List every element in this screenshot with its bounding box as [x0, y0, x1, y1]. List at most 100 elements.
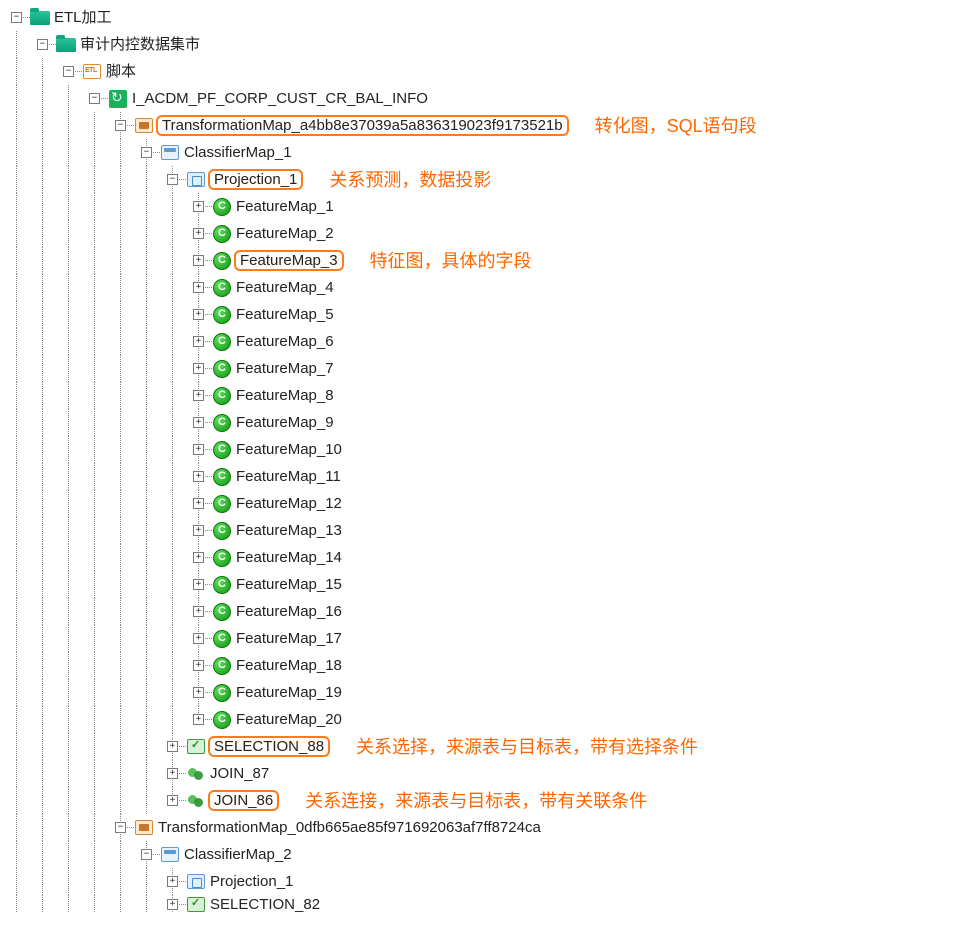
tree-item-featuremap[interactable]: +FeatureMap_11: [4, 463, 976, 490]
tree-label: FeatureMap_17: [234, 630, 344, 647]
expand-icon[interactable]: +: [193, 471, 204, 482]
collapse-icon[interactable]: −: [115, 822, 126, 833]
c-icon: [212, 251, 232, 271]
tree-label: FeatureMap_15: [234, 576, 344, 593]
expand-icon[interactable]: +: [167, 768, 178, 779]
tree-item-featuremap[interactable]: + FeatureMap_17: [4, 625, 976, 652]
collapse-icon[interactable]: −: [115, 120, 126, 131]
c-icon: [212, 521, 232, 541]
tree-item-cmap2[interactable]: − ClassifierMap_2: [4, 841, 976, 868]
expand-icon[interactable]: +: [193, 201, 204, 212]
tree-item-job[interactable]: − I_ACDM_PF_CORP_CUST_CR_BAL_INFO: [4, 85, 976, 112]
expand-icon[interactable]: +: [193, 390, 204, 401]
expand-icon[interactable]: +: [193, 579, 204, 590]
tree-item-featuremap[interactable]: + FeatureMap_12: [4, 490, 976, 517]
tree-item-join86[interactable]: + JOIN_86 关系连接，来源表与目标表，带有关联条件: [4, 787, 976, 814]
tree-label: JOIN_87: [208, 765, 271, 782]
c-icon: [212, 440, 232, 460]
collapse-icon[interactable]: −: [63, 66, 74, 77]
tree-item-featuremap[interactable]: +FeatureMap_1: [4, 193, 976, 220]
join-icon: [186, 791, 206, 811]
c-icon: [212, 386, 232, 406]
tree-item-selection88[interactable]: + SELECTION_88 关系选择，来源表与目标表，带有选择条件: [4, 733, 976, 760]
tree-label: SELECTION_88: [208, 736, 330, 757]
tree-item-proj2[interactable]: + Projection_1: [4, 868, 976, 895]
projection-icon: [186, 170, 206, 190]
tree-label: FeatureMap_4: [234, 279, 336, 296]
expand-icon[interactable]: +: [193, 255, 204, 266]
expand-icon[interactable]: +: [193, 309, 204, 320]
tree-item-etl[interactable]: − ETL加工: [4, 4, 976, 31]
tree-item-featuremap[interactable]: +FeatureMap_6: [4, 328, 976, 355]
tree-label: FeatureMap_18: [234, 657, 344, 674]
expand-icon[interactable]: +: [193, 552, 204, 563]
tree-item-featuremap[interactable]: +FeatureMap_19: [4, 679, 976, 706]
tree-label: FeatureMap_12: [234, 495, 344, 512]
tree-item-featuremap[interactable]: +FeatureMap_8: [4, 382, 976, 409]
expand-icon[interactable]: +: [193, 363, 204, 374]
tree-item-cmap1[interactable]: − ClassifierMap_1: [4, 139, 976, 166]
classifier-icon: [160, 845, 180, 865]
tree-label: FeatureMap_14: [234, 549, 344, 566]
expand-icon[interactable]: +: [193, 714, 204, 725]
tree-label: FeatureMap_16: [234, 603, 344, 620]
collapse-icon[interactable]: −: [89, 93, 100, 104]
tree-item-join87[interactable]: + JOIN_87: [4, 760, 976, 787]
tree-item-scripts[interactable]: − 脚本: [4, 58, 976, 85]
expand-icon[interactable]: +: [193, 660, 204, 671]
expand-icon[interactable]: +: [193, 228, 204, 239]
selection-icon: [186, 895, 206, 913]
collapse-icon[interactable]: −: [11, 12, 22, 23]
tree-item-featuremap[interactable]: + FeatureMap_4: [4, 274, 976, 301]
expand-icon[interactable]: +: [193, 687, 204, 698]
c-icon: [212, 575, 232, 595]
c-icon: [212, 548, 232, 568]
annotation-tmap: 转化图，SQL语句段: [595, 117, 757, 135]
tree-label: Projection_1: [208, 873, 295, 890]
collapse-icon[interactable]: −: [141, 849, 152, 860]
expand-icon[interactable]: +: [193, 336, 204, 347]
expand-icon[interactable]: +: [193, 525, 204, 536]
expand-icon[interactable]: +: [167, 899, 178, 910]
tree-item-tmap1[interactable]: − TransformationMap_a4bb8e37039a5a836319…: [4, 112, 976, 139]
expand-icon[interactable]: +: [167, 795, 178, 806]
expand-icon[interactable]: +: [193, 606, 204, 617]
collapse-icon[interactable]: −: [167, 174, 178, 185]
tree-item-selection82[interactable]: + SELECTION_82: [4, 895, 976, 913]
expand-icon[interactable]: +: [193, 417, 204, 428]
tree-item-tmap2[interactable]: − TransformationMap_0dfb665ae85f97169206…: [4, 814, 976, 841]
tree-item-featuremap[interactable]: + FeatureMap_13: [4, 517, 976, 544]
refresh-icon: [108, 89, 128, 109]
tree-label: Projection_1: [208, 169, 303, 190]
tree-item-featuremap[interactable]: +FeatureMap_9: [4, 409, 976, 436]
expand-icon[interactable]: +: [193, 444, 204, 455]
tree-item-featuremap[interactable]: +FeatureMap_3特征图，具体的字段: [4, 247, 976, 274]
tree-label: SELECTION_82: [208, 896, 322, 913]
expand-icon[interactable]: +: [193, 498, 204, 509]
tree-item-featuremap[interactable]: +FeatureMap_7: [4, 355, 976, 382]
tree-item-featuremap[interactable]: +FeatureMap_20: [4, 706, 976, 733]
tree-item-featuremap[interactable]: + FeatureMap_15: [4, 571, 976, 598]
tree-item-featuremap[interactable]: +FeatureMap_5: [4, 301, 976, 328]
tree-item-featuremap[interactable]: + FeatureMap_18: [4, 652, 976, 679]
expand-icon[interactable]: +: [193, 633, 204, 644]
c-icon: [212, 224, 232, 244]
tree-item-featuremap[interactable]: + FeatureMap_16: [4, 598, 976, 625]
tree-item-mart[interactable]: − 审计内控数据集市: [4, 31, 976, 58]
tree-label: ClassifierMap_1: [182, 144, 294, 161]
tree-item-featuremap[interactable]: +FeatureMap_2: [4, 220, 976, 247]
expand-icon[interactable]: +: [167, 741, 178, 752]
expand-icon[interactable]: +: [167, 876, 178, 887]
expand-icon[interactable]: +: [193, 282, 204, 293]
tree-label: TransformationMap_a4bb8e37039a5a83631902…: [156, 115, 569, 136]
tree-label: 审计内控数据集市: [78, 36, 202, 53]
tree-label: FeatureMap_13: [234, 522, 344, 539]
tree-item-proj1[interactable]: − Projection_1 关系预测，数据投影: [4, 166, 976, 193]
tree-label: ClassifierMap_2: [182, 846, 294, 863]
tree-item-featuremap[interactable]: +FeatureMap_10: [4, 436, 976, 463]
tree-item-featuremap[interactable]: + FeatureMap_14: [4, 544, 976, 571]
collapse-icon[interactable]: −: [37, 39, 48, 50]
collapse-icon[interactable]: −: [141, 147, 152, 158]
c-icon: [212, 602, 232, 622]
c-icon: [212, 656, 232, 676]
